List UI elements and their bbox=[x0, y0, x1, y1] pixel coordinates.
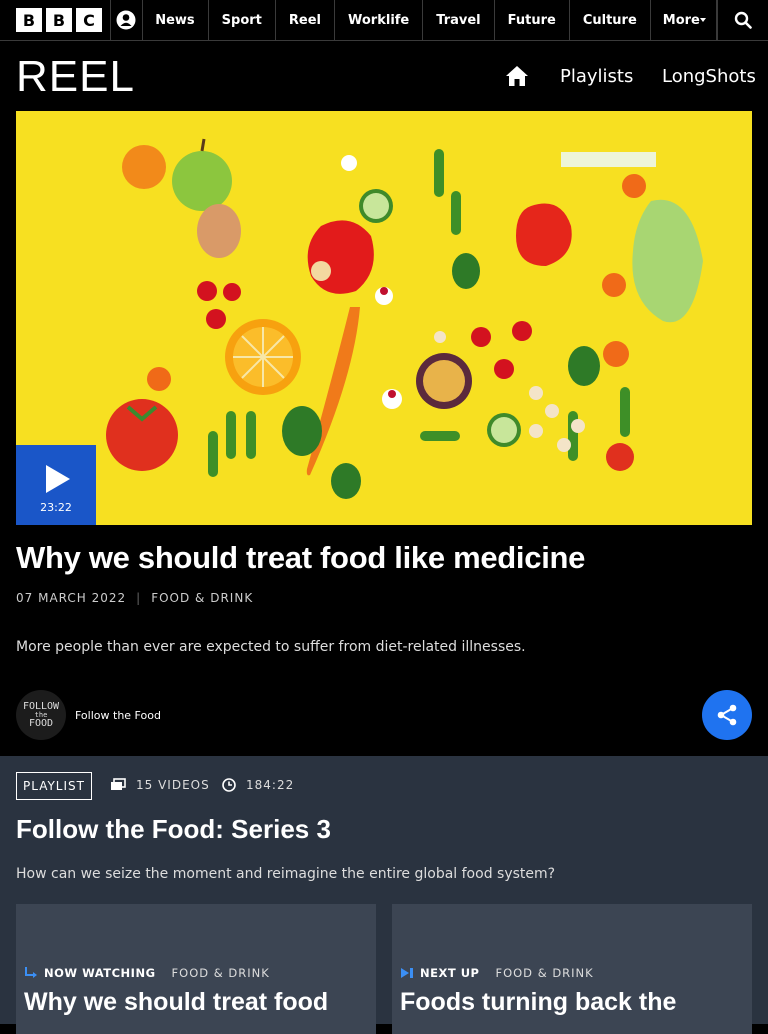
video-meta: 07 MARCH 2022 | FOOD & DRINK bbox=[16, 591, 253, 605]
clock-icon bbox=[222, 778, 236, 792]
brand-avatar: FOLLOW the FOOD bbox=[16, 690, 66, 740]
card-kind: NEXT UP bbox=[420, 966, 480, 980]
home-icon[interactable] bbox=[505, 65, 529, 87]
nav-link-worklife[interactable]: Worklife bbox=[335, 0, 424, 40]
video-duration: 23:22 bbox=[40, 501, 72, 514]
search-button[interactable] bbox=[717, 0, 768, 40]
search-icon bbox=[734, 11, 752, 29]
bbc-logo-letter-c: C bbox=[76, 8, 102, 32]
card-title: Why we should treat food bbox=[24, 988, 329, 1016]
video-date: 07 MARCH 2022 bbox=[16, 591, 127, 605]
video-description: More people than ever are expected to su… bbox=[16, 639, 526, 655]
card-category: FOOD & DRINK bbox=[171, 966, 270, 980]
bbc-top-nav: B B C News Sport Reel Worklife Travel Fu… bbox=[0, 0, 768, 41]
videos-icon bbox=[111, 778, 126, 790]
account-button[interactable] bbox=[111, 0, 142, 40]
playlist-duration: 184:22 bbox=[222, 778, 294, 792]
nav-link-future[interactable]: Future bbox=[495, 0, 570, 40]
food-flatlay-image bbox=[16, 111, 752, 525]
account-icon bbox=[116, 10, 136, 30]
playlist-description: How can we seize the moment and reimagin… bbox=[16, 866, 556, 882]
play-button[interactable]: 23:22 bbox=[16, 445, 96, 525]
playlist-title: Follow the Food: Series 3 bbox=[16, 814, 331, 844]
playlist-video-count: 15 VIDEOS bbox=[110, 778, 210, 792]
series-brand[interactable]: FOLLOW the FOOD Follow the Food bbox=[16, 690, 161, 740]
card-category: FOOD & DRINK bbox=[495, 966, 594, 980]
video-title: Why we should treat food like medicine bbox=[16, 540, 586, 575]
reel-link-longshots[interactable]: LongShots bbox=[662, 66, 756, 87]
brand-name: Follow the Food bbox=[75, 708, 161, 722]
card-label: NOW WATCHING FOOD & DRINK bbox=[24, 966, 270, 980]
reel-link-playlists[interactable]: Playlists bbox=[560, 66, 633, 87]
share-button[interactable] bbox=[702, 690, 752, 740]
card-label: NEXT UP FOOD & DRINK bbox=[400, 966, 594, 980]
playlist-section: PLAYLIST 15 VIDEOS 184:22 Follow the Foo… bbox=[0, 756, 768, 1034]
nav-link-news[interactable]: News bbox=[142, 0, 209, 40]
nav-link-sport[interactable]: Sport bbox=[209, 0, 276, 40]
reel-header: REEL Playlists LongShots bbox=[0, 41, 768, 111]
brand-avatar-line: FOOD bbox=[28, 717, 54, 729]
card-kind: NOW WATCHING bbox=[44, 966, 156, 980]
play-icon bbox=[46, 465, 70, 493]
meta-separator: | bbox=[136, 591, 142, 605]
bbc-logo-letter-b1: B bbox=[16, 8, 42, 32]
caret-down-icon bbox=[700, 18, 707, 22]
playlist-video-count-text: 15 VIDEOS bbox=[136, 778, 210, 792]
share-icon bbox=[717, 704, 737, 726]
nav-link-travel[interactable]: Travel bbox=[423, 0, 495, 40]
nav-more-label: More bbox=[662, 12, 700, 28]
nav-link-culture[interactable]: Culture bbox=[570, 0, 651, 40]
bbc-logo-letter-b2: B bbox=[46, 8, 72, 32]
video-thumbnail[interactable] bbox=[16, 111, 752, 525]
next-up-icon bbox=[401, 968, 413, 978]
nav-link-reel[interactable]: Reel bbox=[276, 0, 335, 40]
reel-logo[interactable]: REEL bbox=[16, 55, 135, 99]
bbc-logo[interactable]: B B C bbox=[0, 0, 110, 40]
playlist-duration-text: 184:22 bbox=[246, 778, 295, 792]
playlist-card-now-watching[interactable]: NOW WATCHING FOOD & DRINK Why we should … bbox=[16, 904, 376, 1034]
video-category-link[interactable]: FOOD & DRINK bbox=[151, 591, 253, 605]
playlist-card-next-up[interactable]: NEXT UP FOOD & DRINK Foods turning back … bbox=[392, 904, 752, 1034]
playlist-tag: PLAYLIST bbox=[16, 772, 92, 800]
brand-avatar-line: FOLLOW bbox=[22, 700, 60, 712]
nav-more-menu[interactable]: More bbox=[651, 0, 718, 40]
now-watching-icon bbox=[25, 967, 37, 978]
card-title: Foods turning back the bbox=[400, 988, 677, 1016]
